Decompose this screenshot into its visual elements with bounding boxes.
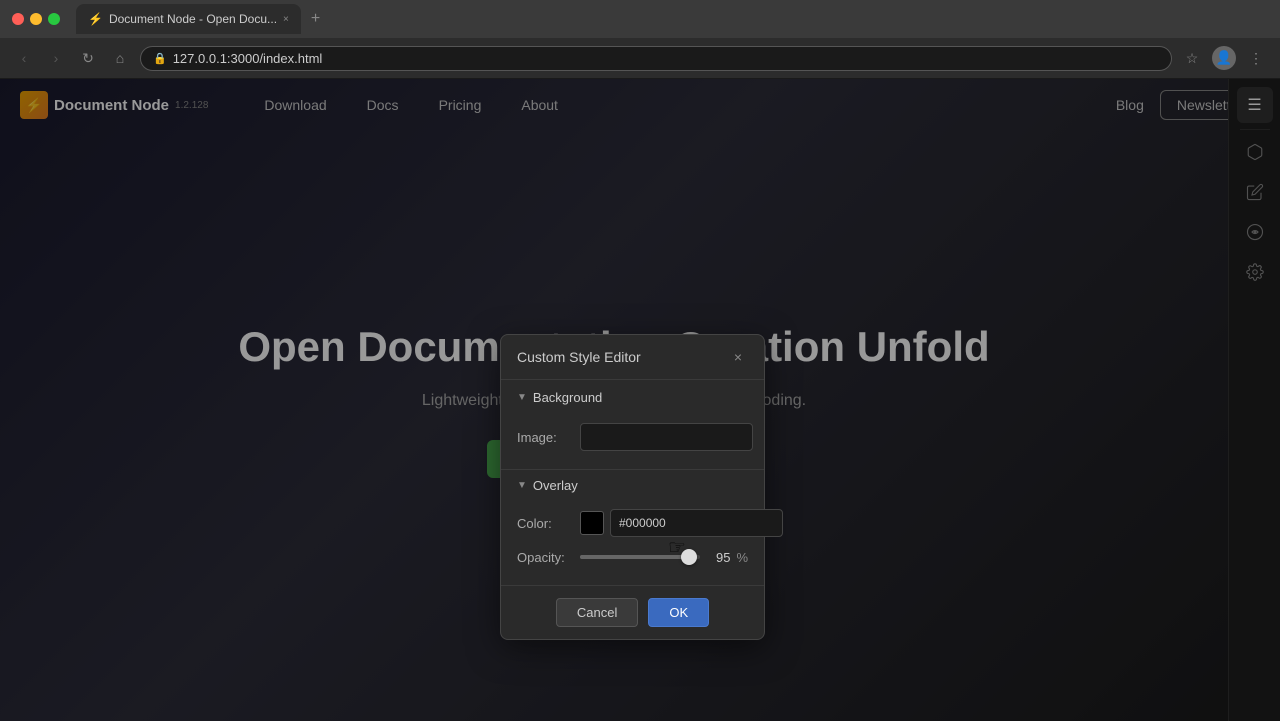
tab-title: Document Node - Open Docu...: [109, 12, 277, 26]
window-maximize-button[interactable]: [48, 13, 60, 25]
color-field: [580, 509, 783, 537]
color-form-row: Color:: [517, 509, 748, 537]
color-label: Color:: [517, 516, 572, 531]
profile-icon: 👤: [1216, 50, 1233, 65]
opacity-field: 95 %: [580, 547, 748, 567]
color-swatch[interactable]: [580, 511, 604, 535]
lock-icon: 🔒: [153, 52, 167, 65]
window-minimize-button[interactable]: [30, 13, 42, 25]
overlay-section-header[interactable]: ▼ Overlay: [501, 469, 764, 501]
nav-back-button[interactable]: ‹: [12, 46, 36, 70]
custom-style-editor-dialog: Custom Style Editor × ▼ Background Image…: [500, 334, 765, 640]
browser-menu-button[interactable]: ⋮: [1244, 46, 1268, 70]
dialog-title: Custom Style Editor: [517, 349, 641, 365]
image-input[interactable]: [580, 423, 753, 451]
new-tab-button[interactable]: +: [305, 6, 326, 32]
background-arrow-icon: ▼: [517, 392, 527, 403]
url-text: 127.0.0.1:3000/index.html: [173, 51, 323, 66]
window-controls: [12, 13, 60, 25]
opacity-slider[interactable]: [580, 547, 700, 567]
slider-thumb[interactable]: [681, 549, 697, 565]
background-section-content: Image:: [501, 415, 764, 469]
nav-home-button[interactable]: ⌂: [108, 46, 132, 70]
cancel-button[interactable]: Cancel: [556, 598, 638, 627]
title-bar: ⚡ Document Node - Open Docu... × +: [0, 0, 1280, 38]
dialog-header: Custom Style Editor ×: [501, 335, 764, 380]
window-close-button[interactable]: [12, 13, 24, 25]
opacity-unit: %: [736, 550, 748, 565]
profile-button[interactable]: 👤: [1212, 46, 1236, 70]
opacity-form-row: Opacity: 95 %: [517, 547, 748, 567]
image-label: Image:: [517, 430, 572, 445]
address-bar-row: ‹ › ↻ ⌂ 🔒 127.0.0.1:3000/index.html ☆ 👤 …: [0, 38, 1280, 78]
browser-tab[interactable]: ⚡ Document Node - Open Docu... ×: [76, 4, 301, 34]
overlay-section-content: Color: Opacity:: [501, 501, 764, 585]
slider-fill: [580, 555, 694, 559]
tab-favicon: ⚡: [88, 12, 103, 26]
overlay-arrow-icon: ▼: [517, 480, 527, 491]
toolbar-right: ☆ 👤 ⋮: [1180, 46, 1268, 70]
tab-bar: ⚡ Document Node - Open Docu... × +: [68, 4, 1268, 34]
image-form-row: Image:: [517, 423, 748, 451]
dialog-footer: Cancel OK: [501, 585, 764, 639]
overlay-section-label: Overlay: [533, 478, 578, 493]
background-section-label: Background: [533, 390, 602, 405]
tab-close-icon[interactable]: ×: [283, 14, 289, 25]
background-section-header[interactable]: ▼ Background: [501, 380, 764, 415]
color-input[interactable]: [610, 509, 783, 537]
browser-chrome: ⚡ Document Node - Open Docu... × + ‹ › ↻…: [0, 0, 1280, 79]
main-content: ⚡ Document Node 1.2.128 Download Docs Pr…: [0, 79, 1280, 721]
nav-refresh-button[interactable]: ↻: [76, 46, 100, 70]
address-bar[interactable]: 🔒 127.0.0.1:3000/index.html: [140, 46, 1172, 71]
dialog-close-button[interactable]: ×: [728, 347, 748, 367]
dialog-body: ▼ Background Image: ▼ Overlay Color:: [501, 380, 764, 585]
ok-button[interactable]: OK: [648, 598, 709, 627]
opacity-label: Opacity:: [517, 550, 572, 565]
opacity-value: 95: [706, 550, 730, 565]
bookmark-button[interactable]: ☆: [1180, 46, 1204, 70]
nav-forward-button[interactable]: ›: [44, 46, 68, 70]
